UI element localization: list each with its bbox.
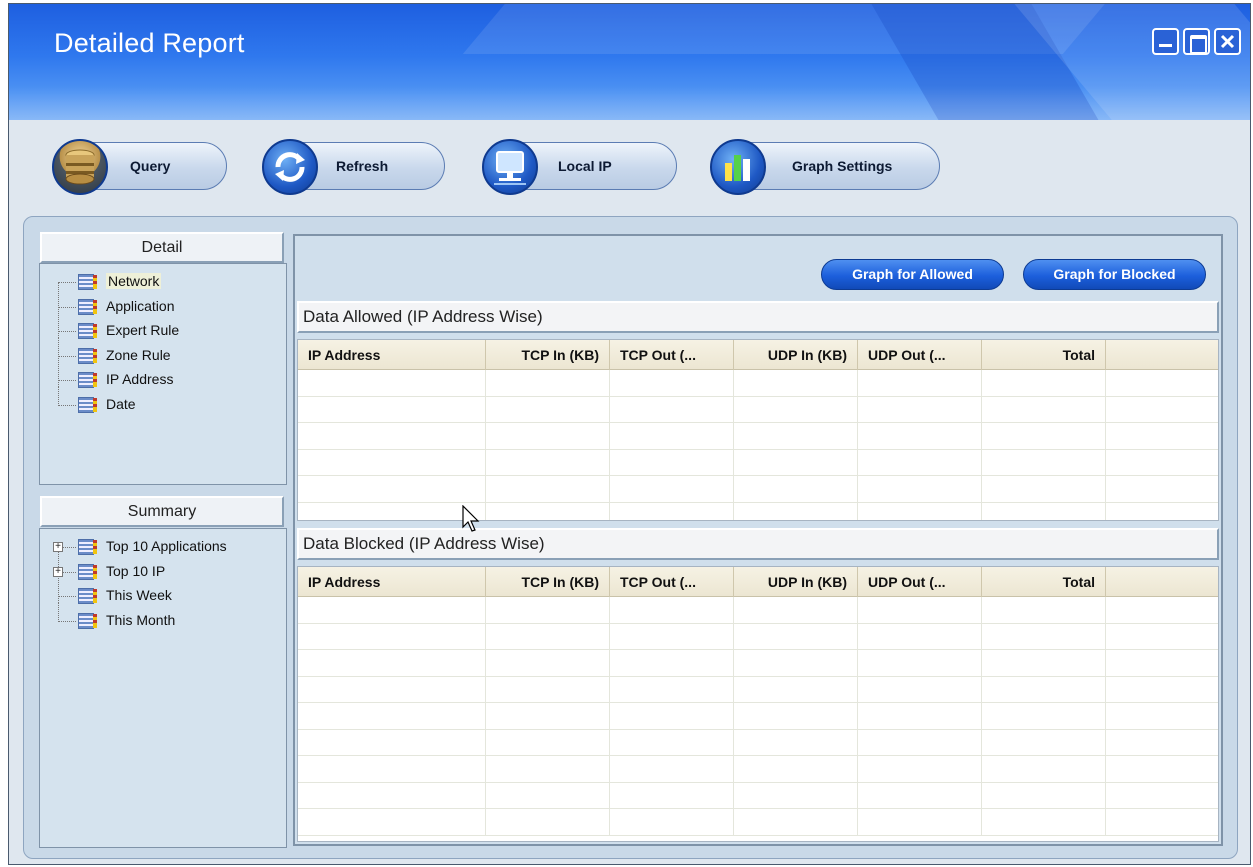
column-header[interactable]: IP Address <box>298 567 486 597</box>
monitor-icon <box>482 139 538 195</box>
window-title: Detailed Report <box>54 28 245 58</box>
tree-item-this-month[interactable]: This Month <box>58 602 227 634</box>
column-header[interactable]: UDP In (KB) <box>734 567 858 597</box>
table-row[interactable] <box>298 650 1218 677</box>
database-icon <box>52 139 108 195</box>
refresh-button[interactable]: Refresh <box>262 139 445 195</box>
tree-item-this-week[interactable]: This Week <box>58 578 227 609</box>
tree-item-top-10-applications[interactable]: + Top 10 Applications <box>53 535 227 561</box>
column-header[interactable]: TCP In (KB) <box>486 340 610 370</box>
graph-settings-label: Graph Settings <box>792 158 893 174</box>
query-label: Query <box>130 158 171 174</box>
column-header-filler <box>1106 340 1218 370</box>
table-row[interactable] <box>298 502 1218 520</box>
tree-item-ip-address[interactable]: IP Address <box>58 362 179 393</box>
column-header[interactable]: UDP In (KB) <box>734 340 858 370</box>
detail-header: Detail <box>40 232 284 263</box>
column-header[interactable]: UDP Out (... <box>858 567 982 597</box>
tree-item-network[interactable]: Network <box>58 270 179 296</box>
data-panel: Graph for Allowed Graph for Blocked Data… <box>293 234 1223 846</box>
local-ip-button[interactable]: Local IP <box>482 139 677 195</box>
local-ip-label: Local IP <box>558 158 612 174</box>
report-node-icon <box>78 563 97 580</box>
table-row[interactable] <box>298 676 1218 703</box>
detailed-report-window: Detailed Report Query Refresh Local IP G… <box>8 3 1251 865</box>
column-header[interactable]: IP Address <box>298 340 486 370</box>
table-row[interactable] <box>298 729 1218 756</box>
query-button[interactable]: Query <box>52 139 227 195</box>
table-row[interactable] <box>298 597 1218 624</box>
column-header-filler <box>1106 567 1218 597</box>
column-header[interactable]: Total <box>982 567 1106 597</box>
refresh-icon <box>262 139 318 195</box>
blocked-table-title: Data Blocked (IP Address Wise) <box>297 528 1219 560</box>
report-panel: Detail Network Application Expert Rule Z… <box>23 216 1238 859</box>
minimize-icon[interactable] <box>1152 28 1179 55</box>
table-row[interactable] <box>298 809 1218 836</box>
summary-tree: + Top 10 Applications + Top 10 IP This W… <box>39 528 287 848</box>
table-row[interactable] <box>298 449 1218 476</box>
graph-for-allowed-button[interactable]: Graph for Allowed <box>821 259 1004 290</box>
report-node-icon <box>78 347 97 364</box>
column-header[interactable]: Total <box>982 340 1106 370</box>
table-row[interactable] <box>298 370 1218 397</box>
allowed-table-header: IP Address TCP In (KB) TCP Out (... UDP … <box>298 340 1218 370</box>
close-icon[interactable] <box>1214 28 1241 55</box>
report-node-icon <box>78 274 97 290</box>
window-controls <box>1152 28 1241 55</box>
column-header[interactable]: TCP Out (... <box>610 567 734 597</box>
report-node-icon <box>78 539 97 555</box>
blocked-table-header: IP Address TCP In (KB) TCP Out (... UDP … <box>298 567 1218 597</box>
mouse-cursor-icon <box>462 505 480 532</box>
table-row[interactable] <box>298 782 1218 809</box>
graph-settings-button[interactable]: Graph Settings <box>710 139 940 195</box>
table-row[interactable] <box>298 623 1218 650</box>
maximize-icon[interactable] <box>1183 28 1210 55</box>
bar-chart-icon <box>710 139 766 195</box>
report-node-icon <box>78 588 97 604</box>
refresh-label: Refresh <box>336 158 389 174</box>
tree-item-zone-rule[interactable]: Zone Rule <box>58 337 179 369</box>
column-header[interactable]: TCP Out (... <box>610 340 734 370</box>
expand-icon[interactable]: + <box>53 542 63 552</box>
tree-item-top-10-ip[interactable]: + Top 10 IP <box>53 553 227 585</box>
table-row[interactable] <box>298 423 1218 450</box>
detail-tree: Network Application Expert Rule Zone Rul… <box>39 263 287 485</box>
summary-header: Summary <box>40 496 284 527</box>
column-header[interactable]: TCP In (KB) <box>486 567 610 597</box>
report-node-icon <box>78 298 97 315</box>
table-row[interactable] <box>298 703 1218 730</box>
allowed-table[interactable]: IP Address TCP In (KB) TCP Out (... UDP … <box>297 339 1219 521</box>
report-node-icon <box>78 612 97 629</box>
expand-icon[interactable]: + <box>53 566 63 577</box>
title-banner: Detailed Report <box>9 4 1250 120</box>
navigation-panel: Detail Network Application Expert Rule Z… <box>39 232 287 848</box>
report-node-icon <box>78 396 97 413</box>
table-row[interactable] <box>298 756 1218 783</box>
column-header[interactable]: UDP Out (... <box>858 340 982 370</box>
report-node-icon <box>78 323 97 339</box>
table-row[interactable] <box>298 396 1218 423</box>
report-node-icon <box>78 372 97 388</box>
table-row[interactable] <box>298 476 1218 503</box>
tree-item-expert-rule[interactable]: Expert Rule <box>58 313 179 344</box>
tree-item-application[interactable]: Application <box>58 288 179 320</box>
toolbar: Query Refresh Local IP Graph Settings <box>9 120 1250 216</box>
tree-item-date[interactable]: Date <box>58 386 179 418</box>
graph-for-blocked-button[interactable]: Graph for Blocked <box>1023 259 1206 290</box>
blocked-table[interactable]: IP Address TCP In (KB) TCP Out (... UDP … <box>297 566 1219 842</box>
allowed-table-title: Data Allowed (IP Address Wise) <box>297 301 1219 333</box>
